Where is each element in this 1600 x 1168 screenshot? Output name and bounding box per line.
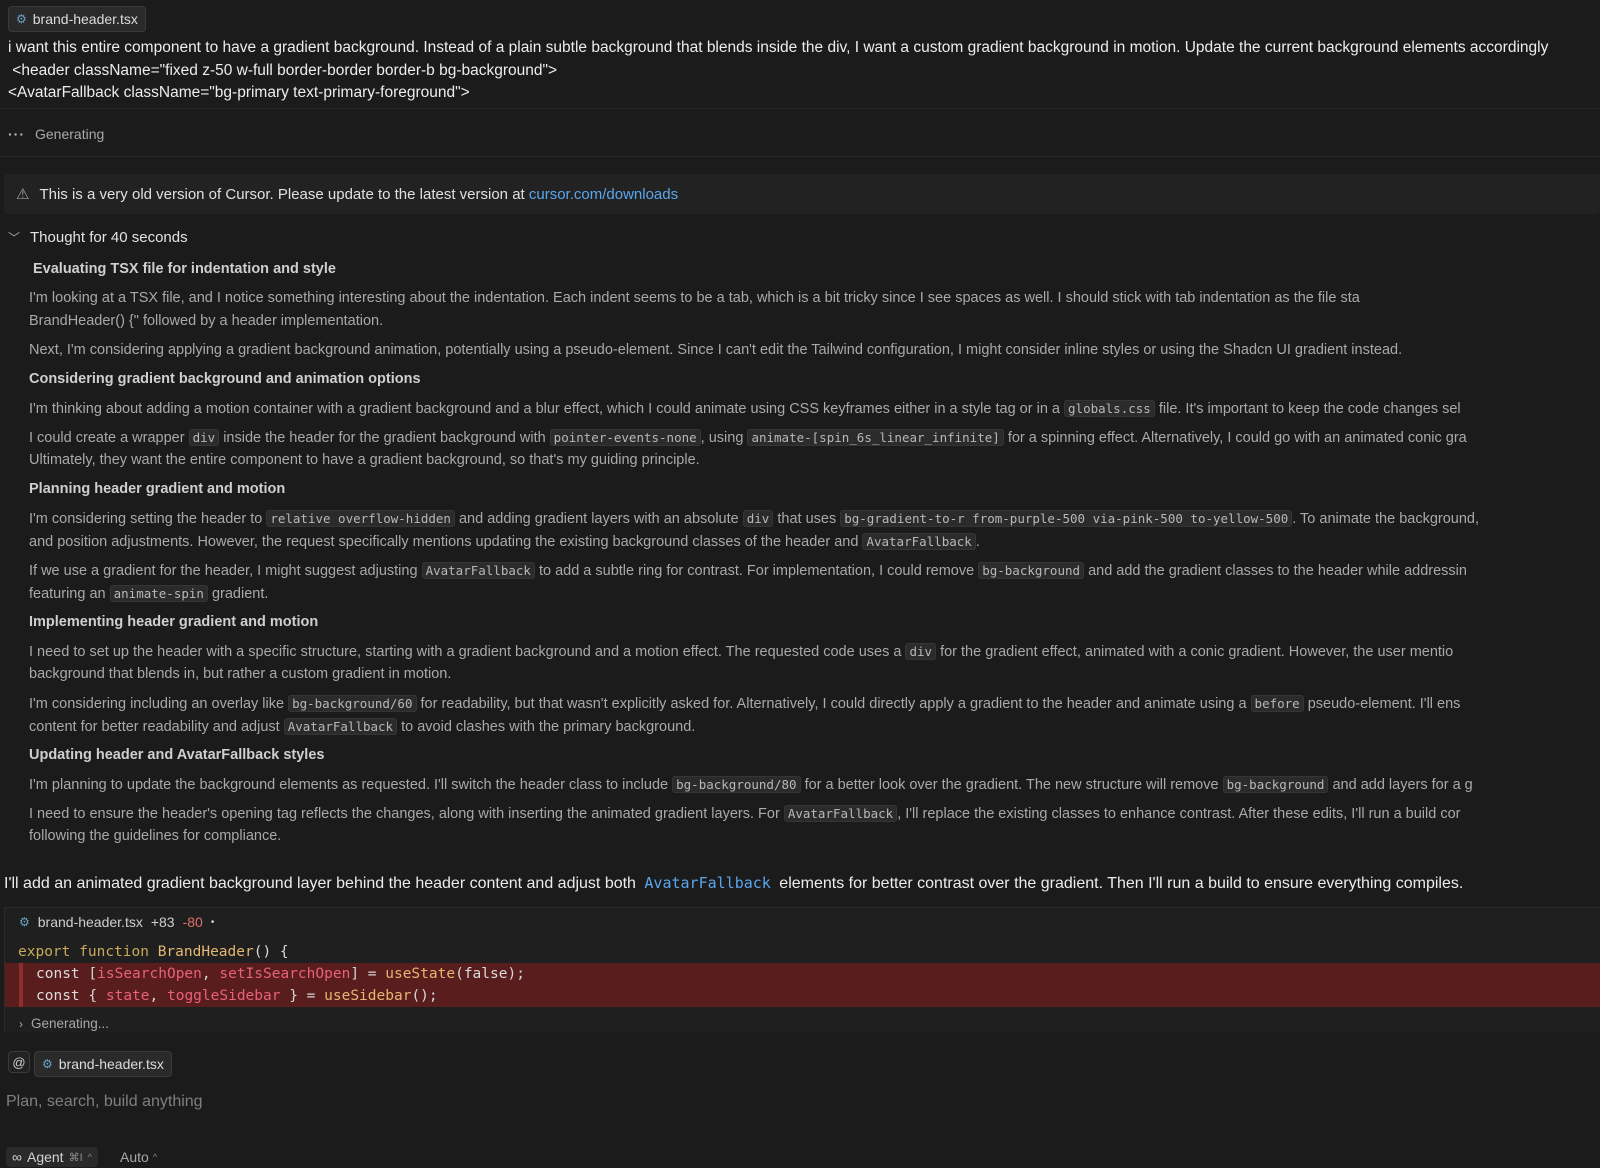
inline-code-symbol[interactable]: AvatarFallback xyxy=(640,874,774,892)
thought-paragraph: If we use a gradient for the header, I m… xyxy=(29,562,1467,602)
thought-heading: Implementing header gradient and motion xyxy=(29,614,319,630)
thought-paragraph: Next, I'm considering applying a gradien… xyxy=(29,342,1403,358)
agent-shortcut: ⌘I xyxy=(68,1151,83,1164)
thought-paragraph: I'm thinking about adding a motion conta… xyxy=(29,400,1461,417)
thought-paragraph: I need to ensure the header's opening ta… xyxy=(29,805,1461,844)
warning-text: This is a very old version of Cursor. Pl… xyxy=(39,185,679,203)
thought-heading: Evaluating TSX file for indentation and … xyxy=(33,261,336,277)
inline-code: AvatarFallback xyxy=(421,562,535,579)
divider xyxy=(0,156,1600,157)
inline-code: globals.css xyxy=(1064,400,1155,417)
code-line: export function BrandHeader() { xyxy=(18,944,289,960)
thought-heading: Updating header and AvatarFallback style… xyxy=(29,747,325,763)
chevron-up-icon: ^ xyxy=(152,1152,158,1162)
code-line-removed: const { state, toggleSidebar } = useSide… xyxy=(5,985,1600,1007)
composer-input[interactable]: Plan, search, build anything xyxy=(6,1093,203,1111)
thought-paragraph: I'm considering including an overlay lik… xyxy=(29,695,1461,735)
agent-mode-label: Agent xyxy=(26,1149,64,1165)
generating-status: ··· Generating xyxy=(8,126,104,142)
user-message-line: <AvatarFallback className="bg-primary te… xyxy=(8,84,470,101)
thought-heading: Planning header gradient and motion xyxy=(29,481,286,497)
diff-file-header[interactable]: ⚙ brand-header.tsx +83 -80 • xyxy=(19,914,214,930)
diff-file-name: brand-header.tsx xyxy=(37,914,143,930)
composer-file-chip[interactable]: ⚙ brand-header.tsx xyxy=(34,1051,172,1077)
inline-code: div xyxy=(905,643,937,660)
chevron-up-icon: ^ xyxy=(87,1152,92,1162)
thought-duration-label: Thought for 40 seconds xyxy=(30,229,188,246)
diff-generating-toggle[interactable]: › Generating... xyxy=(19,1016,109,1031)
inline-code: pointer-events-none xyxy=(549,429,701,446)
user-message-line: i want this entire component to have a g… xyxy=(8,39,1549,56)
user-message-line: <header className="fixed z-50 w-full bor… xyxy=(8,61,558,79)
thought-paragraph: I'm looking at a TSX file, and I notice … xyxy=(29,290,1360,329)
infinity-icon: ∞ xyxy=(12,1149,22,1165)
context-file-name: brand-header.tsx xyxy=(32,11,138,27)
composer: @ ⚙ brand-header.tsx Plan, search, build… xyxy=(0,1040,1600,1168)
inline-code: AvatarFallback xyxy=(783,805,898,822)
inline-code: AvatarFallback xyxy=(862,533,976,550)
assistant-message: I'll add an animated gradient background… xyxy=(4,874,1464,892)
inline-code: bg-gradient-to-r from-purple-500 via-pin… xyxy=(840,510,1293,527)
thought-paragraph: I need to set up the header with a speci… xyxy=(29,643,1454,682)
code-diff-panel[interactable]: ⚙ brand-header.tsx +83 -80 • export func… xyxy=(4,907,1600,1032)
inline-code: bg-background xyxy=(978,562,1085,579)
thought-paragraph: I'm planning to update the background el… xyxy=(29,776,1473,793)
diff-generating-label: Generating... xyxy=(31,1016,110,1031)
generating-label: Generating xyxy=(35,126,105,142)
user-message-text: i want this entire component to have a g… xyxy=(8,37,1600,105)
warning-icon: ⚠ xyxy=(16,186,30,203)
lines-added: +83 xyxy=(150,914,175,930)
context-file-chip[interactable]: ⚙ brand-header.tsx xyxy=(8,6,146,32)
inline-code: AvatarFallback xyxy=(283,718,398,735)
inline-code: animate-spin xyxy=(109,585,208,602)
model-selector[interactable]: Auto ^ xyxy=(120,1149,157,1165)
update-warning-banner: ⚠ This is a very old version of Cursor. … xyxy=(4,174,1600,214)
downloads-link[interactable]: cursor.com/downloads xyxy=(529,186,678,203)
unsaved-dot: • xyxy=(210,916,215,928)
ellipsis-icon: ··· xyxy=(8,126,25,142)
react-file-icon: ⚙ xyxy=(19,915,30,929)
inline-code: bg-background xyxy=(1222,776,1329,793)
inline-code: div xyxy=(742,510,774,527)
thought-paragraph: I'm considering setting the header to re… xyxy=(29,510,1479,550)
add-context-button[interactable]: @ xyxy=(8,1051,30,1073)
inline-code: before xyxy=(1250,695,1304,712)
chevron-right-icon: › xyxy=(19,1016,23,1031)
thought-content: Evaluating TSX file for indentation and … xyxy=(29,258,1600,870)
thought-paragraph: I could create a wrapper div inside the … xyxy=(29,429,1467,468)
user-message-block[interactable]: ⚙ brand-header.tsx i want this entire co… xyxy=(0,0,1600,109)
lines-removed: -80 xyxy=(182,914,203,930)
model-label: Auto xyxy=(120,1149,149,1165)
react-file-icon: ⚙ xyxy=(16,12,27,26)
inline-code: relative overflow-hidden xyxy=(266,510,455,527)
inline-code: bg-background/60 xyxy=(288,695,417,712)
chat-panel: ⚙ brand-header.tsx i want this entire co… xyxy=(0,0,1600,1168)
chevron-down-icon: ﹀ xyxy=(8,231,21,245)
code-line-removed: const [isSearchOpen, setIsSearchOpen] = … xyxy=(5,963,1600,985)
thought-toggle[interactable]: ﹀ Thought for 40 seconds xyxy=(8,229,188,246)
inline-code: animate-[spin_6s_linear_infinite] xyxy=(747,429,1004,446)
composer-file-name: brand-header.tsx xyxy=(58,1056,164,1072)
agent-mode-selector[interactable]: ∞ Agent ⌘I ^ xyxy=(6,1147,98,1167)
inline-code: div xyxy=(188,429,220,446)
react-file-icon: ⚙ xyxy=(42,1057,53,1071)
thought-heading: Considering gradient background and anim… xyxy=(29,371,421,387)
inline-code: bg-background/80 xyxy=(672,776,801,793)
